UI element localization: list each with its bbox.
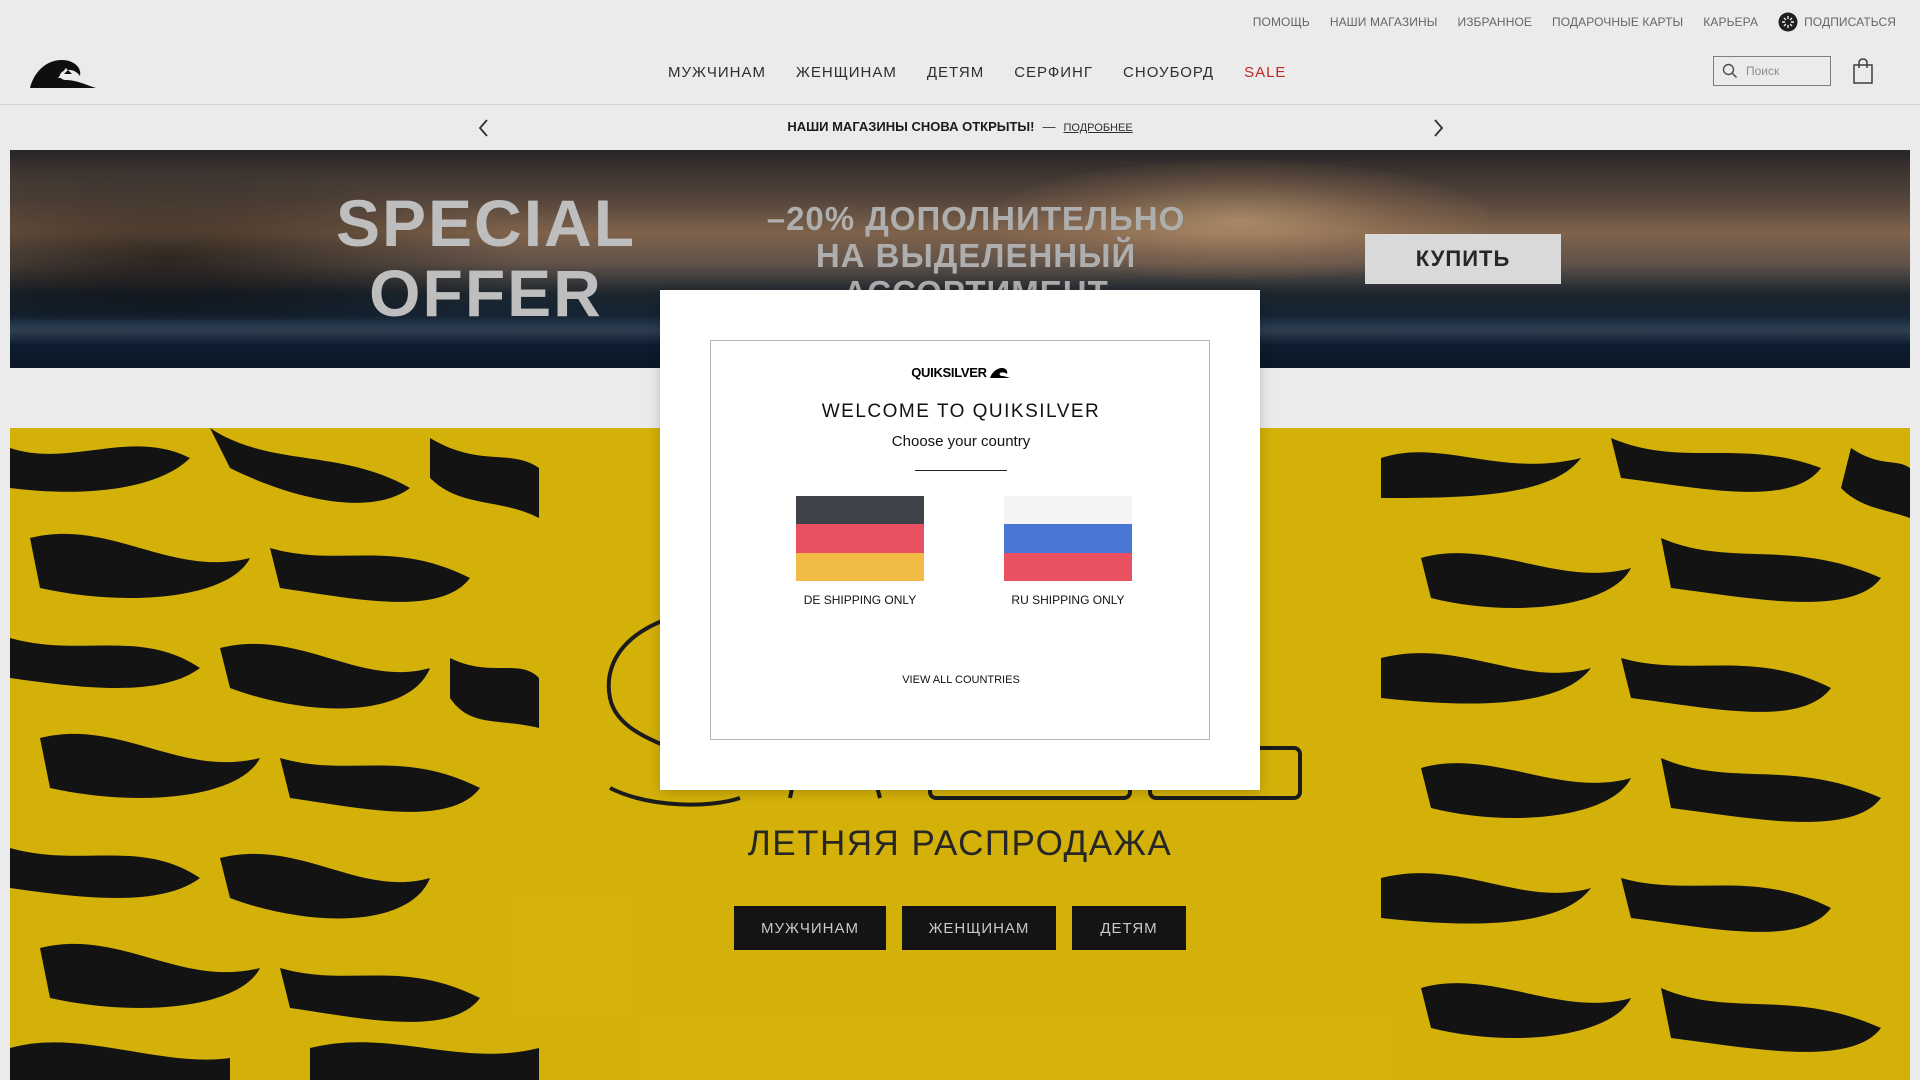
country-selector-modal: QUIKSILVER WELCOME TO QUIKSILVER Choose … — [660, 290, 1260, 790]
welcome-heading: WELCOME TO QUIKSILVER — [821, 401, 1101, 422]
divider — [915, 470, 1007, 471]
country-option-ru[interactable]: RU SHIPPING ONLY — [998, 496, 1138, 607]
russia-flag-icon — [1004, 496, 1132, 581]
quiksilver-wordmark: QUIKSILVER — [711, 365, 1211, 380]
country-option-de[interactable]: DE SHIPPING ONLY — [790, 496, 930, 607]
germany-flag-icon — [796, 496, 924, 581]
country-selector-frame: QUIKSILVER WELCOME TO QUIKSILVER Choose … — [710, 340, 1210, 740]
country-label-ru: RU SHIPPING ONLY — [1011, 593, 1125, 607]
country-label-de: DE SHIPPING ONLY — [803, 593, 917, 607]
wave-logo-icon — [989, 367, 1010, 378]
brand-wordmark-text: QUIKSILVER — [911, 365, 987, 380]
choose-country-text: Choose your country — [891, 433, 1031, 450]
view-all-countries-link[interactable]: VIEW ALL COUNTRIES — [711, 674, 1211, 686]
